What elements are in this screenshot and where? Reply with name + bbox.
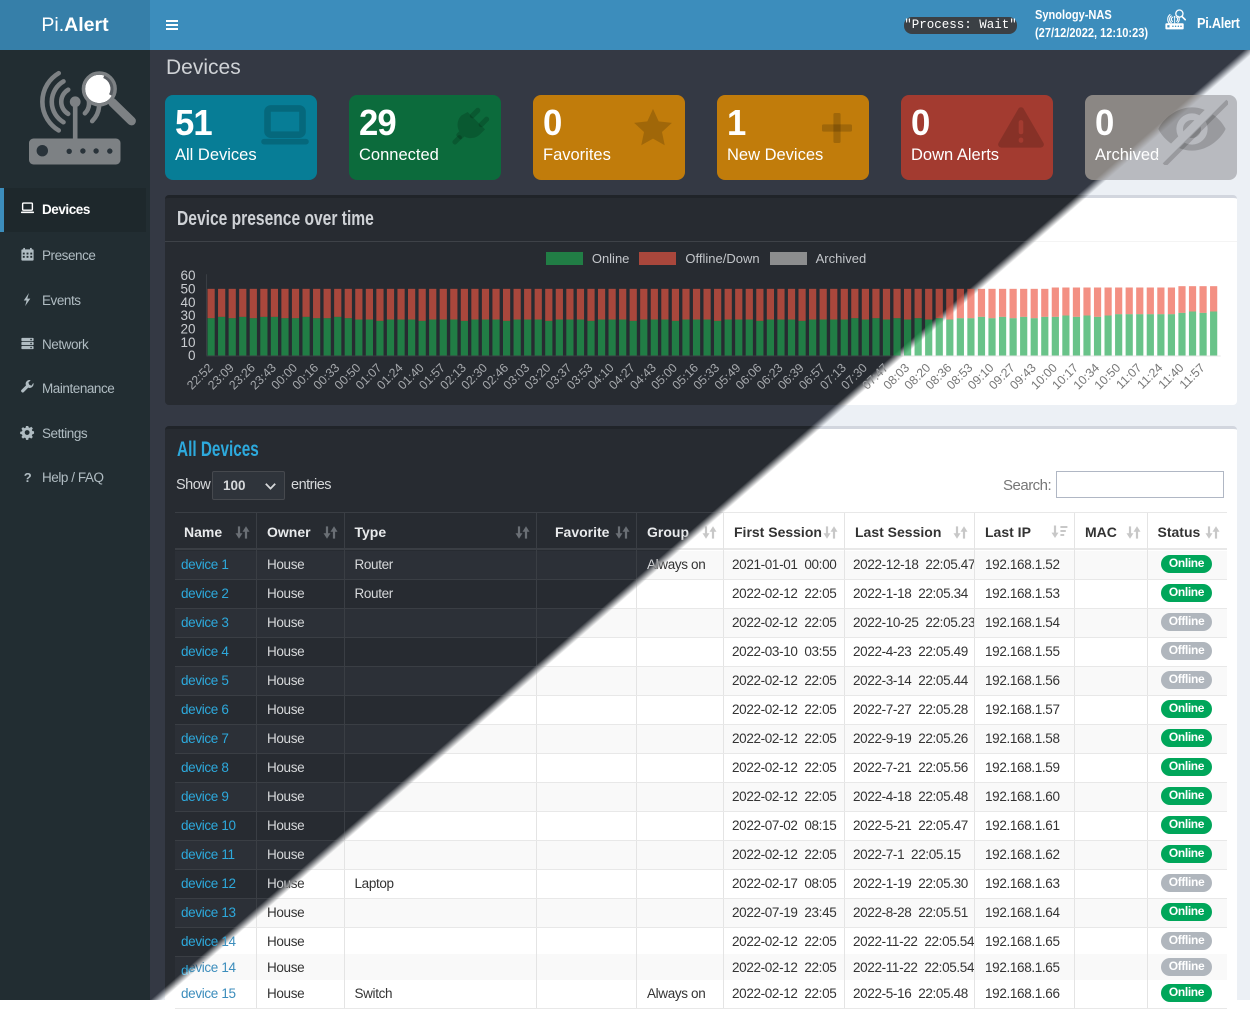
svg-text:0: 0 bbox=[188, 348, 196, 363]
svg-text:11:57: 11:57 bbox=[1177, 361, 1208, 392]
